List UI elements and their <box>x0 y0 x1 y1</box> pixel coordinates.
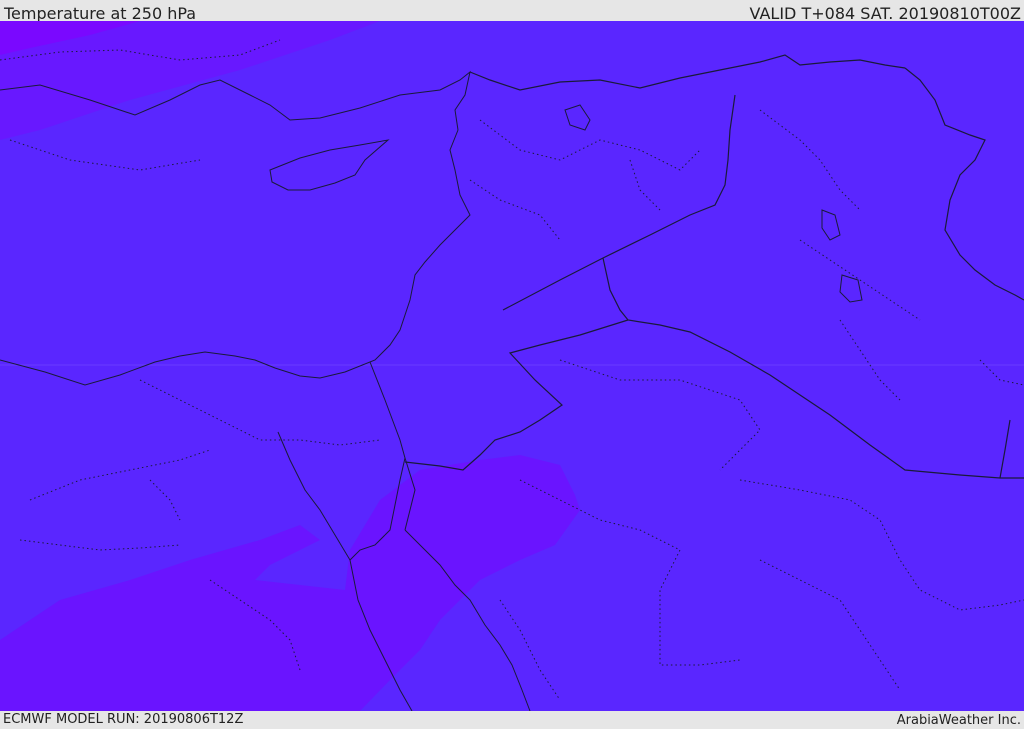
header-bar: Temperature at 250 hPa VALID T+084 SAT. … <box>0 0 1024 23</box>
temperature-map[interactable] <box>0 21 1024 711</box>
map-canvas <box>0 21 1024 711</box>
footer-bar: ECMWF MODEL RUN: 20190806T12Z ArabiaWeat… <box>0 711 1024 729</box>
credit-label: ArabiaWeather Inc. <box>896 713 1021 728</box>
model-run-label: ECMWF MODEL RUN: 20190806T12Z <box>3 712 244 727</box>
